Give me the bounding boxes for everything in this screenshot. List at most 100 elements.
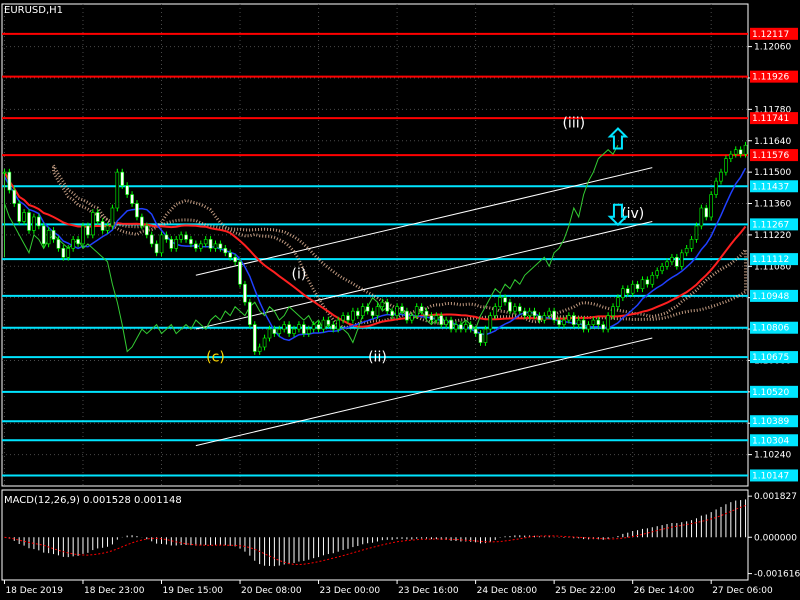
candle-body (562, 319, 566, 325)
candle-body (331, 324, 336, 330)
resistance-level-value: 1.11576 (752, 151, 789, 161)
candle-body (17, 203, 21, 222)
candle-body (493, 306, 498, 316)
time-axis: 18 Dec 2019 18 Dec 23:00 19 Dec 15:00 20 De… (3, 580, 773, 596)
support-level-value: 1.10389 (752, 417, 789, 427)
candle-body (729, 153, 733, 159)
candle-body (414, 306, 419, 316)
candle-body (410, 315, 414, 321)
candle-body (154, 243, 159, 254)
candle-body (473, 328, 478, 334)
candle-body (463, 324, 468, 330)
candle-body (326, 319, 331, 325)
time-tick-label: 23 Dec 00:00 (320, 586, 381, 596)
price-tick-label: 1.10240 (754, 451, 791, 461)
candle-body (375, 306, 380, 316)
candle-body (95, 212, 100, 222)
candle-body (22, 212, 26, 222)
candle-body (360, 306, 365, 316)
candle-body (630, 283, 635, 294)
time-tick-label: 23 Dec 16:00 (398, 586, 459, 596)
candle-body (66, 248, 71, 258)
candle-body (522, 310, 527, 316)
candle-body (513, 306, 517, 312)
candle-body (478, 333, 483, 343)
candle-body (81, 225, 85, 245)
candle-body (454, 324, 458, 330)
candle-body (149, 234, 154, 245)
candle-body (527, 310, 532, 316)
candle-body (704, 207, 709, 218)
candle-body (208, 239, 213, 249)
price-axis: 1.120601.119201.117801.116401.115001.113… (748, 27, 798, 482)
candle-body (675, 257, 679, 267)
candle-body (144, 225, 149, 236)
support-level-value: 1.11267 (752, 220, 789, 230)
candle-body (699, 207, 704, 227)
candle-body (670, 257, 674, 263)
candle-body (635, 283, 640, 290)
macd-tick-label: -0.001616 (754, 570, 800, 580)
wave-label: (c) (206, 350, 225, 366)
candle-body (306, 328, 311, 334)
candle-body (552, 310, 556, 321)
candle-body (7, 171, 12, 191)
grid (1, 3, 749, 581)
candle-body (596, 319, 601, 325)
price-chart: (c)(i)(ii)(iii)(iv) 1.120601.119201.1178… (1, 3, 800, 596)
candle-body (282, 324, 287, 330)
wave-label: (iii) (562, 115, 585, 131)
candle-body (287, 324, 291, 334)
candle-body (179, 234, 183, 240)
candle-body (346, 315, 350, 321)
candle-body (655, 270, 660, 276)
candle-body (424, 310, 429, 316)
candle-body (140, 216, 144, 227)
candle-body (125, 185, 129, 195)
candle-body (218, 243, 223, 249)
candle-body (41, 225, 46, 245)
support-level-value: 1.10948 (752, 292, 789, 302)
candle-body (576, 319, 581, 325)
candle-body (591, 319, 596, 325)
candle-body (400, 306, 404, 312)
candle-body (640, 279, 645, 290)
candle-body (709, 194, 713, 218)
candle-body (105, 225, 110, 231)
candle-body (252, 324, 257, 352)
support-level-value: 1.10147 (752, 471, 789, 481)
candle-body (90, 212, 95, 236)
candle-body (248, 301, 252, 325)
wave-label: (i) (292, 267, 307, 283)
candle-body (459, 324, 463, 330)
resistance-level-value: 1.12117 (752, 30, 789, 40)
candle-body (503, 297, 507, 303)
support-level-value: 1.10806 (752, 324, 789, 334)
candle-body (76, 239, 80, 245)
candle-body (449, 319, 453, 330)
candle-body (694, 225, 699, 240)
candle-body (567, 315, 571, 321)
candle-body (238, 261, 242, 285)
candle-body (738, 149, 743, 155)
candle-body (164, 234, 169, 240)
candle-body (444, 319, 448, 325)
candle-body (341, 315, 345, 321)
candle-body (385, 301, 390, 312)
candle-body (719, 171, 723, 182)
candle-body (434, 315, 439, 321)
candle-body (621, 288, 625, 298)
candle-body (601, 324, 606, 330)
candle-body (351, 310, 355, 321)
candle-body (498, 297, 502, 307)
candle-body (267, 328, 272, 339)
candle-body (311, 324, 316, 330)
candle-body (429, 315, 434, 321)
candle-body (194, 243, 198, 249)
candle-body (365, 306, 370, 312)
macd-label: MACD(12,26,9) 0.001528 0.001148 (4, 495, 182, 506)
candle-body (616, 297, 620, 307)
candle-body (120, 171, 125, 186)
candle-body (468, 324, 473, 330)
time-tick-label: 19 Dec 15:00 (163, 586, 224, 596)
